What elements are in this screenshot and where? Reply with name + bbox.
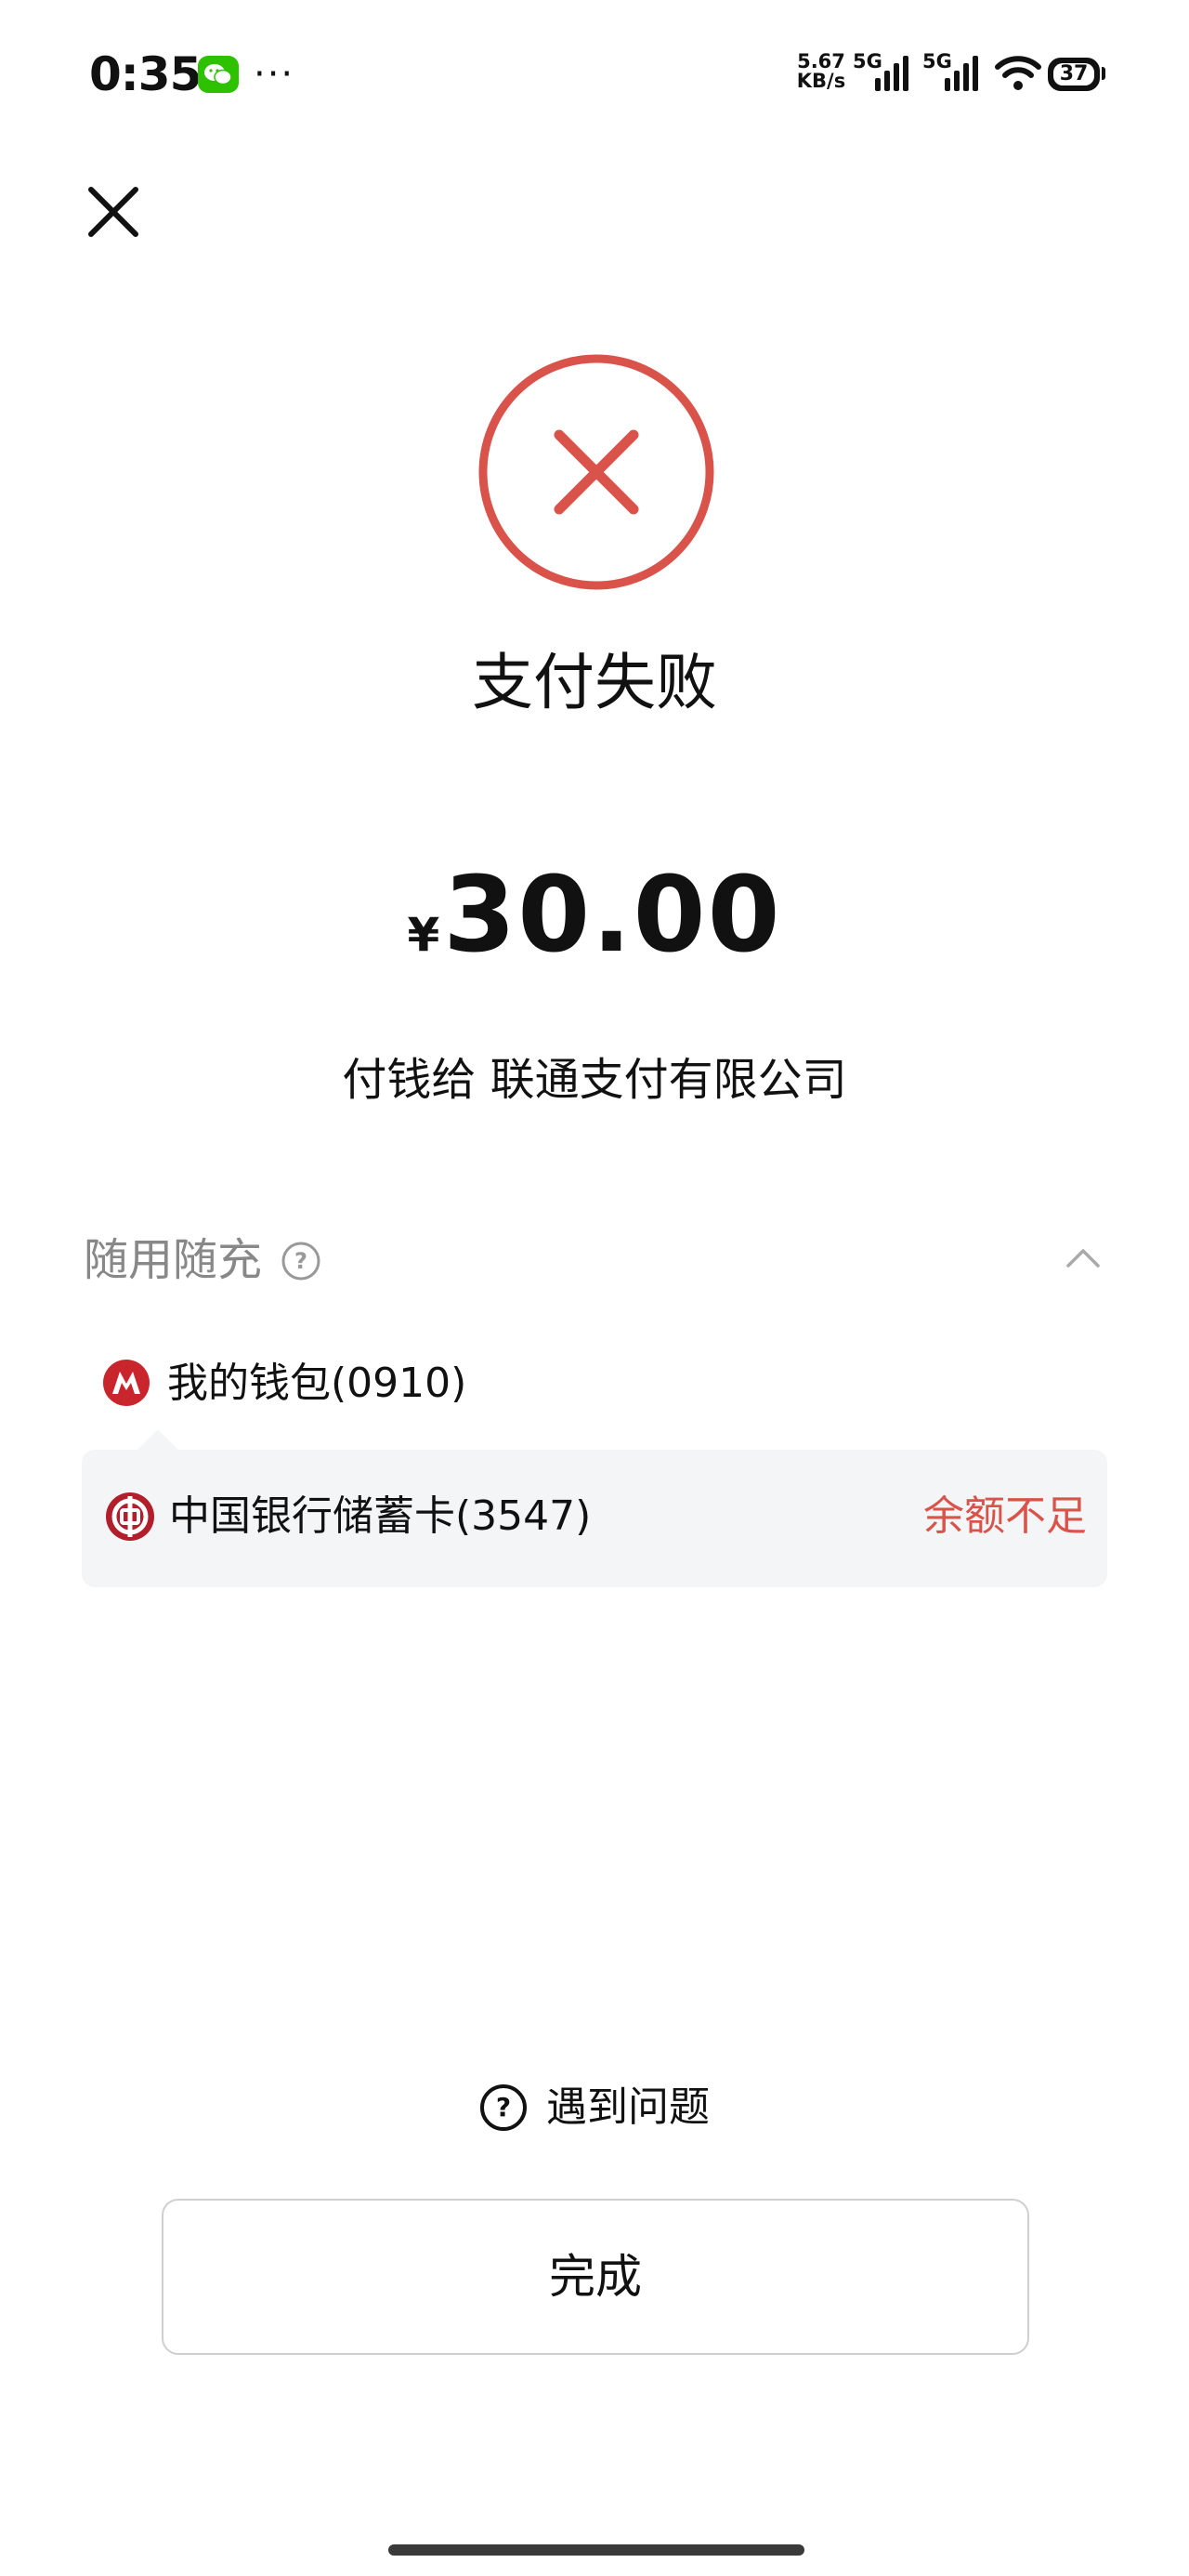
close-icon	[88, 187, 138, 237]
more-notifications-icon: ···	[254, 53, 295, 96]
payment-method-label: 中国银行储蓄卡(3547)	[169, 1492, 592, 1540]
battery-level: 37	[1053, 63, 1094, 85]
currency-symbol: ¥	[407, 908, 440, 962]
wifi-icon	[995, 56, 1041, 90]
page-title: 支付失败	[472, 647, 717, 718]
network-speed: 5.67 KB/s	[795, 52, 847, 91]
amount-value: 30.00	[443, 855, 782, 976]
payment-method-wallet[interactable]: 我的钱包(0910)	[102, 1351, 622, 1424]
question-mark-icon[interactable]: ?	[281, 1241, 321, 1281]
payee-text: 付钱给 联通支付有限公司	[342, 1054, 847, 1106]
help-circle-icon: ?	[480, 2084, 527, 2131]
wallet-logo-icon	[103, 1360, 150, 1406]
payment-amount: ¥30.00	[0, 855, 1189, 976]
signal-bars-icon	[875, 56, 908, 91]
battery-icon: 37	[1048, 58, 1100, 91]
network-speed-unit: KB/s	[796, 70, 846, 92]
payment-method-bank-card[interactable]: 中国银行储蓄卡(3547) 余额不足	[82, 1450, 1107, 1587]
done-button[interactable]: 完成	[162, 2199, 1029, 2355]
home-indicator[interactable]	[388, 2544, 804, 2556]
close-button[interactable]	[84, 182, 143, 242]
svg-text:?: ?	[496, 2092, 511, 2123]
payment-section-label: 随用随充	[84, 1234, 263, 1286]
payment-method-label: 我的钱包(0910)	[167, 1360, 467, 1407]
help-link-label: 遇到问题	[546, 2083, 710, 2131]
wechat-icon	[198, 56, 239, 93]
battery-tip	[1102, 67, 1105, 80]
bank-of-china-icon	[106, 1492, 154, 1541]
selection-pointer	[137, 1429, 178, 1450]
network-speed-value: 5.67	[797, 50, 845, 72]
status-time: 0:35	[89, 47, 202, 101]
payment-failed-icon	[478, 354, 714, 590]
signal-bars-icon	[945, 56, 978, 91]
chevron-up-icon[interactable]	[1065, 1247, 1102, 1269]
insufficient-balance-badge: 余额不足	[923, 1492, 1087, 1540]
svg-text:?: ?	[294, 1248, 307, 1274]
